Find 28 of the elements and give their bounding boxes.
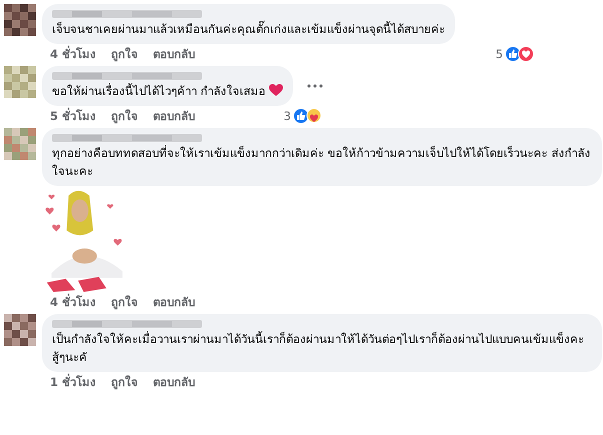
like-link[interactable]: ถูกใจ — [111, 107, 138, 125]
reply-link[interactable]: ตอบกลับ — [153, 107, 196, 125]
comment-time[interactable]: 4 ชั่วโมง — [50, 45, 96, 63]
comment-text: เจ็บจนชาเคยผ่านมาแล้วเหมือนกันค่ะคุณตั๊กเก่งและเข้มแข็งผ่านจุดนี้ได้สบายค่ะ — [52, 20, 445, 38]
blurred-name[interactable] — [52, 133, 202, 143]
reply-link[interactable]: ตอบกลับ — [153, 373, 196, 391]
reactions-count[interactable]: 3 — [284, 108, 322, 124]
comment-text: เป็นกำลังใจให้คะเมื่อวานเราผ่านมาได้วันนี้เราก็ต้องผ่านมาให้ได้วันต่อๆไปเราก็ต้องผ่านไปแบบคนเข้มแข็งคะสู้ๆนะคั — [52, 330, 585, 366]
avatar[interactable] — [4, 128, 36, 160]
more-icon[interactable] — [306, 84, 323, 88]
reactions-count[interactable]: 5 — [496, 46, 534, 62]
comment-text: ทุกอย่างคือบททดสอบที่จะให้เราเข้มแข็งมากกว่าเดิมค่ะ ขอให้ก้าวข้ามความเจ็บไปให้ได้โดยเร็วนะคะ ส่งกำลังใจนะคะ — [52, 144, 592, 180]
avatar[interactable] — [4, 66, 36, 98]
avatar[interactable] — [4, 314, 36, 346]
comment-time[interactable]: 5 ชั่วโมง — [50, 107, 96, 125]
blurred-name[interactable] — [52, 319, 202, 329]
reply-link[interactable]: ตอบกลับ — [153, 293, 196, 311]
like-link[interactable]: ถูกใจ — [111, 373, 138, 391]
avatar[interactable] — [4, 4, 36, 36]
hug-emoji-icon — [306, 108, 322, 124]
comment-time[interactable]: 1 ชั่วโมง — [50, 373, 96, 391]
comment-text: ขอให้ผ่านเรื่องนี้ไปได้ไวๆค้าา กำลังใจเสมอ — [52, 82, 283, 100]
like-link[interactable]: ถูกใจ — [111, 45, 138, 63]
comment-time[interactable]: 4 ชั่วโมง — [50, 293, 96, 311]
reply-link[interactable]: ตอบกลับ — [153, 45, 196, 63]
blurred-name[interactable] — [52, 9, 202, 19]
blurred-name[interactable] — [52, 71, 202, 81]
like-link[interactable]: ถูกใจ — [111, 293, 138, 311]
